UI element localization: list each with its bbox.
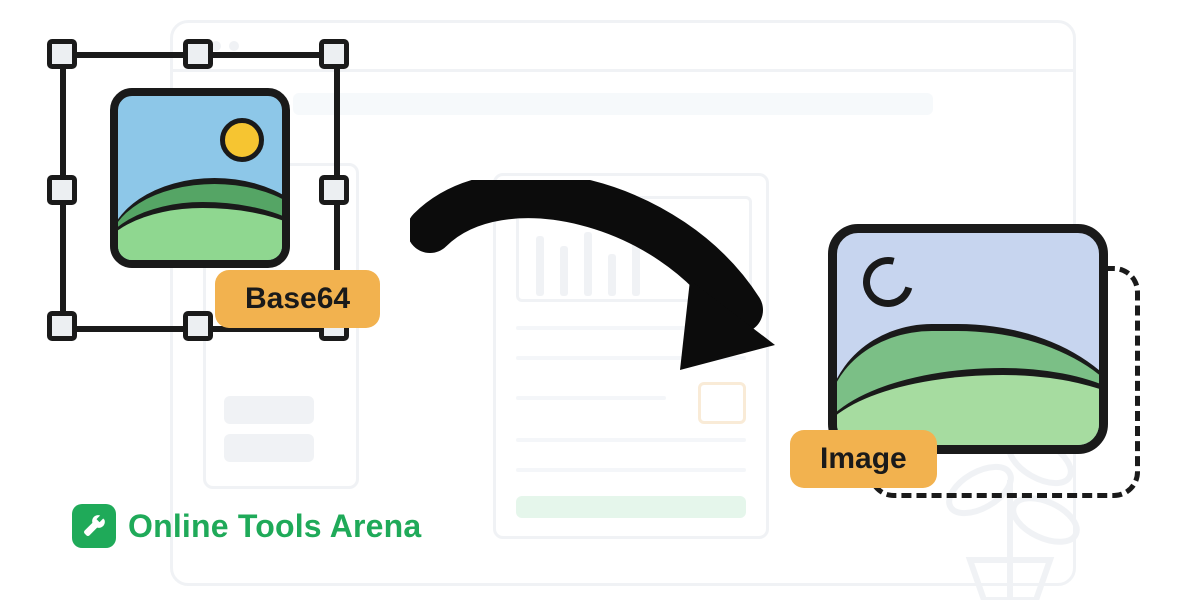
wireframe-text-line (516, 438, 746, 442)
loading-ring-icon (854, 248, 922, 316)
source-image-group: Base64 (50, 42, 380, 372)
selection-handle-top-right (319, 39, 349, 69)
wireframe-text-line (516, 468, 746, 472)
brand-logo: Online Tools Arena (72, 504, 421, 548)
diagram-canvas: Base64 Image Online Tools Arena (0, 0, 1200, 600)
wireframe-text-line (516, 396, 666, 400)
source-label-text: Base64 (245, 282, 350, 315)
destination-label-text: Image (820, 442, 907, 475)
wireframe-chip (698, 382, 746, 424)
conversion-arrow-icon (410, 180, 800, 400)
wireframe-chart-area (516, 196, 752, 302)
selection-handle-middle-left (47, 175, 77, 205)
selection-handle-middle-right (319, 175, 349, 205)
wireframe-sidebar-button (224, 396, 314, 424)
wireframe-content-card (493, 173, 769, 539)
selection-handle-top-middle (183, 39, 213, 69)
selection-handle-bottom-middle (183, 311, 213, 341)
brand-name: Online Tools Arena (128, 508, 421, 545)
wireframe-sidebar-button (224, 434, 314, 462)
wrench-icon (81, 513, 107, 539)
source-image-icon (110, 88, 290, 268)
selection-handle-bottom-left (47, 311, 77, 341)
wireframe-address-bar (293, 93, 933, 115)
destination-label-badge: Image (790, 430, 937, 488)
wireframe-bars (536, 216, 726, 296)
selection-handle-top-left (47, 39, 77, 69)
destination-image-group: Image (820, 220, 1160, 520)
brand-badge-icon (72, 504, 116, 548)
wireframe-text-line (516, 326, 746, 330)
sun-icon (220, 118, 264, 162)
destination-image-icon (828, 224, 1108, 454)
wireframe-text-line (516, 356, 746, 360)
source-label-badge: Base64 (215, 270, 380, 328)
wireframe-confirm-bar (516, 496, 746, 518)
